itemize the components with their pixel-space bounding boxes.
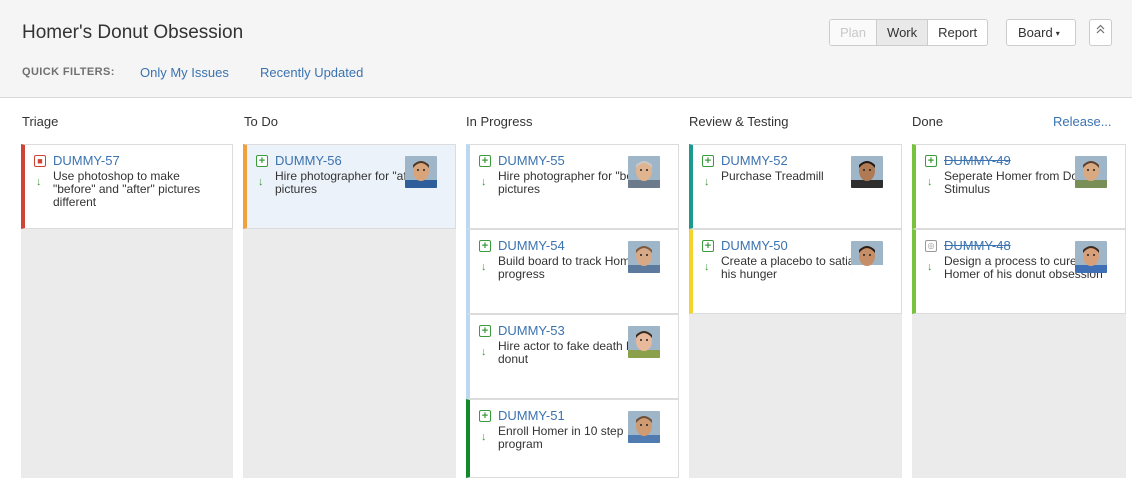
bug-icon: ■ (34, 155, 46, 167)
issue-card[interactable]: + DUMMY-52 ↓ Purchase Treadmill (689, 144, 902, 229)
issue-card[interactable]: + DUMMY-50 ↓ Create a placebo to satiate hi… (689, 229, 902, 314)
assignee-avatar (628, 326, 660, 358)
column-header-todo: To Do (244, 114, 278, 129)
priority-low-icon: ↓ (258, 176, 264, 188)
assignee-avatar (851, 156, 883, 188)
assignee-avatar (1075, 241, 1107, 273)
assignee-avatar (405, 156, 437, 188)
story-icon: + (479, 240, 491, 252)
quick-filter-recently-updated[interactable]: Recently Updated (260, 65, 363, 80)
story-icon: + (925, 155, 937, 167)
column-header-review-testing: Review & Testing (689, 114, 789, 129)
collapse-header-button[interactable] (1089, 19, 1112, 46)
mode-report-button[interactable]: Report (927, 20, 987, 45)
assignee-avatar (851, 241, 883, 273)
release-link[interactable]: Release... (1053, 114, 1112, 129)
priority-low-icon: ↓ (36, 176, 42, 188)
story-icon: + (702, 240, 714, 252)
assignee-avatar (1075, 156, 1107, 188)
story-icon: + (479, 325, 491, 337)
board-menu-label: Board (1018, 25, 1053, 40)
issue-key-link[interactable]: DUMMY-52 (721, 153, 788, 168)
assignee-avatar (628, 411, 660, 443)
issue-card[interactable]: + DUMMY-49 ↓ Seperate Homer from Donut Stim… (912, 144, 1126, 229)
issue-card[interactable]: + DUMMY-53 ↓ Hire actor to fake death by do… (466, 314, 679, 399)
priority-low-icon: ↓ (927, 176, 933, 188)
story-icon: + (479, 410, 491, 422)
issue-card[interactable]: ◎ DUMMY-48 ↓ Design a process to cure Homer… (912, 229, 1126, 314)
issue-key-link[interactable]: DUMMY-57 (53, 153, 120, 168)
priority-low-icon: ↓ (927, 261, 933, 273)
issue-card[interactable]: ■ DUMMY-57 ↓ Use photoshop to make "before"… (21, 144, 233, 229)
mode-work-button[interactable]: Work (876, 20, 928, 45)
priority-low-icon: ↓ (481, 261, 487, 273)
issue-key-link[interactable]: DUMMY-55 (498, 153, 565, 168)
double-chevron-up-icon (1096, 24, 1105, 37)
story-icon: + (479, 155, 491, 167)
priority-low-icon: ↓ (704, 176, 710, 188)
issue-key-link[interactable]: DUMMY-56 (275, 153, 342, 168)
quick-filters-label: QUICK FILTERS: (22, 66, 115, 78)
mode-switcher: Plan Work Report (829, 19, 989, 46)
issue-key-link[interactable]: DUMMY-49 (944, 153, 1011, 168)
issue-key-link[interactable]: DUMMY-50 (721, 238, 788, 253)
story-icon: + (256, 155, 268, 167)
priority-low-icon: ↓ (481, 176, 487, 188)
assignee-avatar (628, 241, 660, 273)
quick-filter-only-my-issues[interactable]: Only My Issues (140, 65, 229, 80)
board-header: Homer's Donut Obsession QUICK FILTERS: O… (0, 0, 1132, 98)
issue-key-link[interactable]: DUMMY-54 (498, 238, 565, 253)
column-header-triage: Triage (22, 114, 59, 129)
assignee-avatar (628, 156, 660, 188)
issue-card[interactable]: + DUMMY-51 ↓ Enroll Homer in 10 step progra… (466, 399, 679, 478)
issue-summary: Use photoshop to make "before" and "afte… (53, 169, 201, 209)
board-title: Homer's Donut Obsession (22, 22, 244, 43)
issue-key-link[interactable]: DUMMY-48 (944, 238, 1011, 253)
chevron-down-icon: ▾ (1055, 29, 1060, 38)
board-menu-button[interactable]: Board ▾ (1006, 19, 1076, 46)
mode-plan-button[interactable]: Plan (830, 20, 877, 45)
priority-low-icon: ↓ (481, 431, 487, 443)
issue-key-link[interactable]: DUMMY-51 (498, 408, 565, 423)
priority-low-icon: ↓ (704, 261, 710, 273)
column-header-done: Done (912, 114, 944, 129)
issue-key-link[interactable]: DUMMY-53 (498, 323, 565, 338)
priority-low-icon: ↓ (481, 346, 487, 358)
task-icon: ◎ (925, 240, 937, 252)
column-header-in-progress: In Progress (466, 114, 533, 129)
issue-card[interactable]: + DUMMY-55 ↓ Hire photographer for "before"… (466, 144, 679, 229)
story-icon: + (702, 155, 714, 167)
issue-card[interactable]: + DUMMY-54 ↓ Build board to track Homer's p… (466, 229, 679, 314)
issue-card[interactable]: + DUMMY-56 ↓ Hire photographer for "after" … (243, 144, 456, 229)
